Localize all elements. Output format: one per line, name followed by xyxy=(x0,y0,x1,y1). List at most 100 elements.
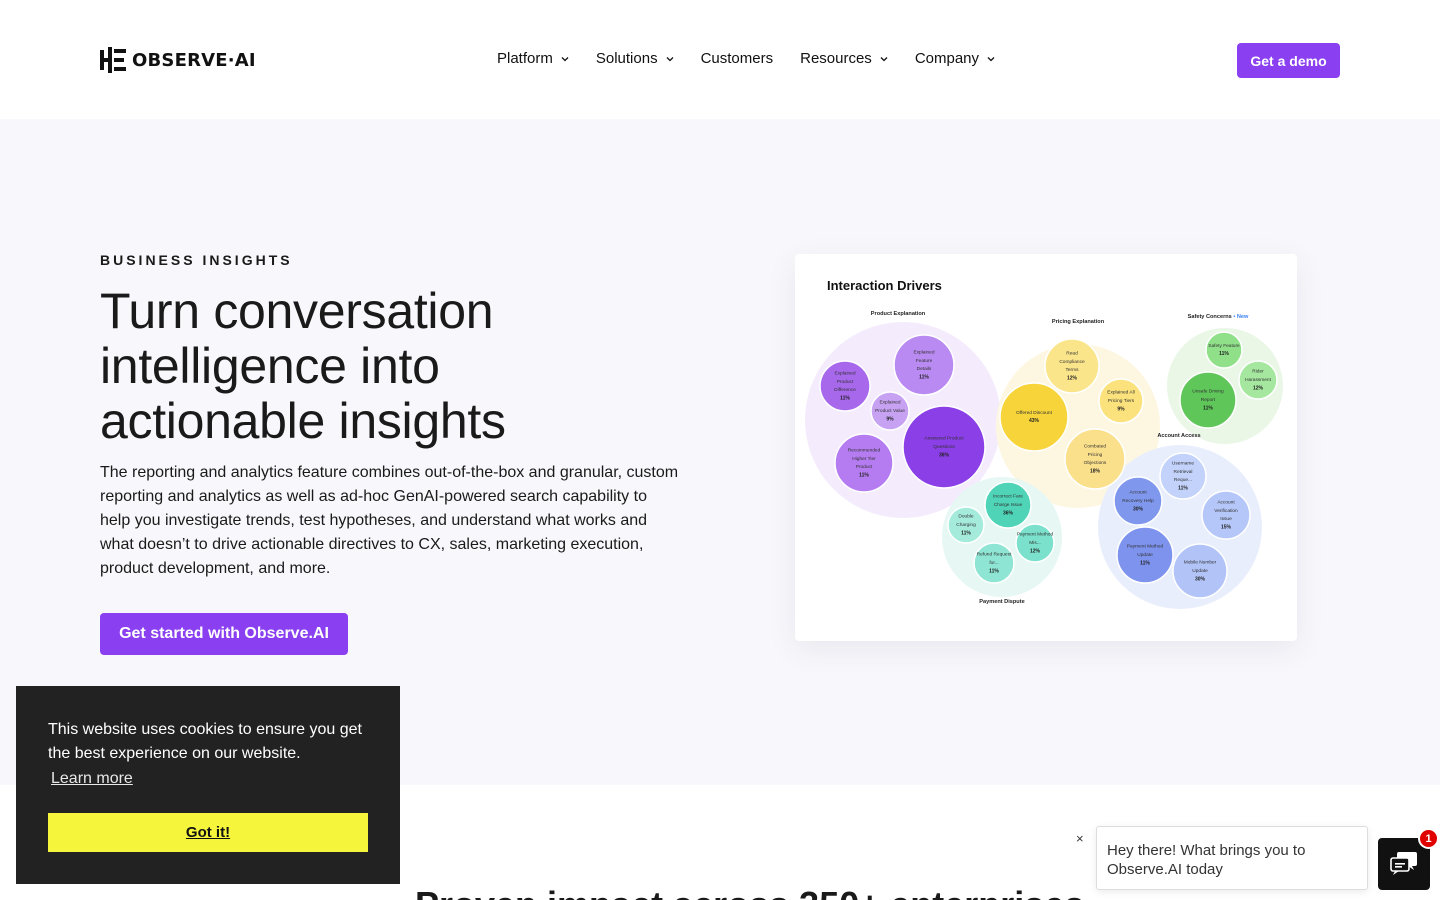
driver-bubble[interactable]: Payment Method Update 11% xyxy=(1116,526,1174,584)
bubble-label: Double xyxy=(958,514,974,520)
bubble-value: 11% xyxy=(989,568,999,574)
bubble-label: Mis... xyxy=(1029,540,1040,546)
bubble-label: Higher Tier xyxy=(852,456,876,462)
bubble-circle xyxy=(1159,452,1207,500)
bubble-label: Update xyxy=(1192,568,1208,574)
bubble-label: Offered Discount xyxy=(1016,410,1053,416)
bubble-label: Answered Product xyxy=(924,436,964,442)
bubble-value: 43% xyxy=(1029,418,1040,424)
logo-text: OBSERVE·AI xyxy=(132,49,256,71)
cookie-banner: This website uses cookies to ensure you … xyxy=(16,686,400,884)
bubble-value: 11% xyxy=(919,375,929,381)
driver-bubble[interactable]: Answered Product Questions 36% xyxy=(902,405,986,489)
bubble-label: Product Value xyxy=(875,408,905,414)
nav-solutions[interactable]: Solutions xyxy=(596,50,674,67)
bubble-label: Explained All xyxy=(1107,390,1134,396)
get-a-demo-button[interactable]: Get a demo xyxy=(1237,43,1340,78)
bubble-circle xyxy=(1044,338,1100,394)
bubble-label: Mobile Number xyxy=(1184,560,1217,566)
bubble-label: Charge Issue xyxy=(994,502,1023,508)
bubble-circle xyxy=(893,334,955,396)
bubble-value: 9% xyxy=(886,416,894,422)
driver-bubble[interactable]: Payment Method Mis... 12% xyxy=(1015,523,1055,563)
hero-eyebrow: BUSINESS INSIGHTS xyxy=(100,252,293,268)
group-label: Payment Dispute xyxy=(979,599,1024,605)
bubble-label: Reque... xyxy=(1174,477,1192,483)
bubble-label: Explained xyxy=(879,400,900,406)
bubble-value: 30% xyxy=(1195,576,1206,582)
driver-bubble[interactable]: Explained All Pricing Tiers 9% xyxy=(1098,378,1144,424)
driver-bubble[interactable]: Read Compliance Terms 12% xyxy=(1044,338,1100,394)
cookie-learn-more-link[interactable]: Learn more xyxy=(51,770,133,788)
chat-greeting-text: Hey there! What brings you to Observe.AI… xyxy=(1107,842,1306,878)
bubble-label: Questions xyxy=(933,444,955,450)
bubble-label: Account xyxy=(1217,499,1235,505)
bubble-circle xyxy=(819,360,871,412)
cookie-message: This website uses cookies to ensure you … xyxy=(48,721,362,762)
logo[interactable]: OBSERVE·AI xyxy=(100,47,256,73)
bubble-label: Payment Method xyxy=(1127,544,1164,550)
driver-bubble[interactable]: Offered Discount 43% xyxy=(999,382,1069,452)
driver-bubble[interactable]: Recommended Higher Tier Product 11% xyxy=(834,433,894,493)
cookie-accept-button[interactable]: Got it! xyxy=(48,813,368,852)
bubble-value: 12% xyxy=(1067,376,1078,382)
bubble-value: 36% xyxy=(1003,510,1014,516)
bubble-value: 9% xyxy=(1117,406,1125,412)
bubble-label: Username xyxy=(1172,460,1194,466)
driver-bubble[interactable]: Account Verification Issue 15% xyxy=(1201,490,1251,540)
bubble-value: 11% xyxy=(1140,560,1150,566)
bubble-label: Retrieval xyxy=(1174,469,1193,475)
driver-bubble[interactable]: Safety Feature 11% xyxy=(1205,331,1243,369)
driver-bubble[interactable]: Account Recovery Help 30% xyxy=(1113,476,1163,526)
bubble-circle xyxy=(999,382,1069,452)
hero-title: Turn conversation intelligence into acti… xyxy=(100,283,506,449)
bubble-value: 11% xyxy=(961,530,971,536)
bubble-label: Update xyxy=(1137,552,1153,558)
chat-close-icon[interactable]: × xyxy=(1076,831,1084,846)
bubble-value: 30% xyxy=(1133,506,1144,512)
driver-bubble[interactable]: Username Retrieval Reque... 11% xyxy=(1159,452,1207,500)
driver-bubble[interactable]: Explained Feature Details 11% xyxy=(893,334,955,396)
card-title: Interaction Drivers xyxy=(827,278,942,293)
nav-company[interactable]: Company xyxy=(915,50,995,67)
driver-bubble[interactable]: Explained Product Value 9% xyxy=(870,391,910,431)
driver-bubble[interactable]: Combated Pricing Objections 18% xyxy=(1064,428,1126,490)
bubble-label: Explained xyxy=(913,349,934,355)
driver-bubble[interactable]: Incorrect Fare Charge Issue 36% xyxy=(984,481,1032,529)
bubble-value: 11% xyxy=(1178,486,1188,492)
bubble-label: Difference xyxy=(834,387,856,393)
bubble-circle xyxy=(1205,331,1243,369)
bubble-label: Safety Feature xyxy=(1208,343,1240,349)
nav-customers[interactable]: Customers xyxy=(701,50,774,67)
interaction-drivers-card: Explained Product Difference 11% Explained Fe… xyxy=(795,254,1297,641)
driver-bubble[interactable]: Unsafe Driving Report 11% xyxy=(1179,371,1237,429)
chat-greeting-bubble[interactable]: Hey there! What brings you to Observe.AI… xyxy=(1096,826,1368,890)
driver-bubble[interactable]: Double Charging 11% xyxy=(947,506,985,544)
nav-resources[interactable]: Resources xyxy=(800,50,888,67)
driver-bubble[interactable]: Mobile Number Update 30% xyxy=(1172,543,1228,599)
bubble-label: Terms xyxy=(1065,367,1079,373)
driver-bubble[interactable]: Rider Harassment 12% xyxy=(1238,360,1278,400)
bubble-label: Verification xyxy=(1214,508,1238,514)
driver-bubble[interactable]: Refund Request for... 11% xyxy=(973,542,1015,584)
bubble-label: Payment Method xyxy=(1017,532,1054,538)
bubble-label: Recovery Help xyxy=(1122,498,1154,504)
nav-solutions-label: Solutions xyxy=(595,50,658,67)
bubble-label: Pricing xyxy=(1088,452,1103,458)
new-tag: • New xyxy=(1232,314,1249,320)
bubble-label: Combated xyxy=(1084,443,1106,449)
bubble-label: Objections xyxy=(1084,460,1107,466)
nav-company-label: Company xyxy=(914,50,980,67)
bubble-label: Pricing Tiers xyxy=(1108,398,1135,404)
bubble-value: 36% xyxy=(939,452,950,458)
chevron-down-icon xyxy=(987,56,995,61)
bubble-label: Rider xyxy=(1252,369,1264,375)
driver-bubble[interactable]: Explained Product Difference 11% xyxy=(819,360,871,412)
bubble-label: Unsafe Driving xyxy=(1192,389,1224,395)
nav-platform[interactable]: Platform xyxy=(497,50,569,67)
nav-platform-label: Platform xyxy=(497,50,553,67)
group-label: Account Access xyxy=(1157,433,1200,439)
bubble-label: Account xyxy=(1129,490,1147,496)
get-started-button[interactable]: Get started with Observe.AI xyxy=(100,613,348,655)
site-header: OBSERVE·AI Platform Solutions Customers … xyxy=(0,0,1440,119)
